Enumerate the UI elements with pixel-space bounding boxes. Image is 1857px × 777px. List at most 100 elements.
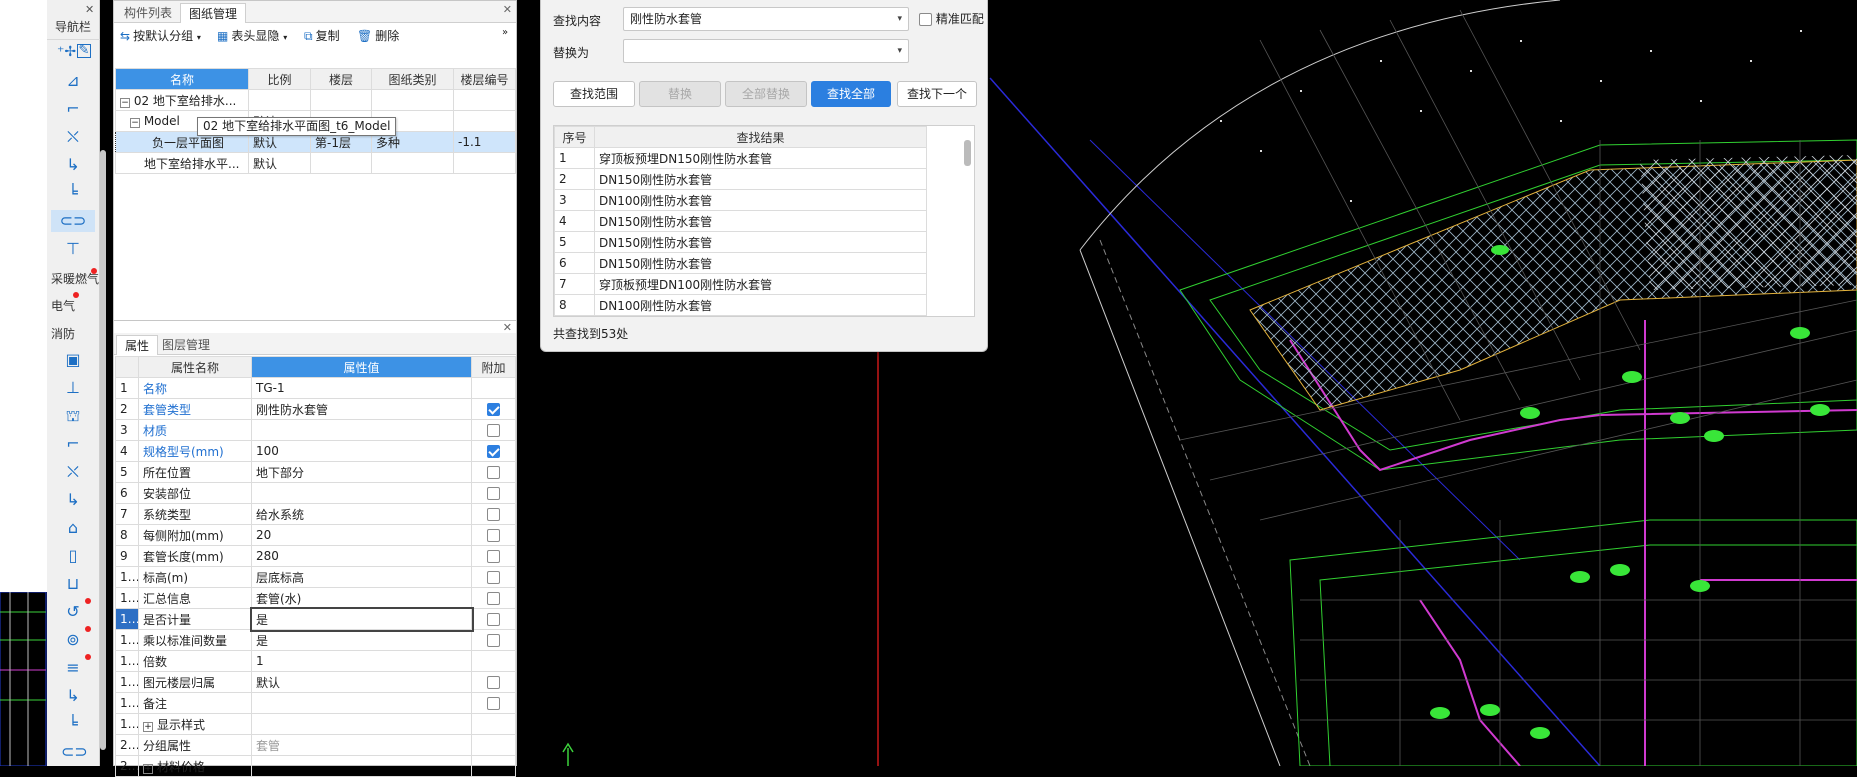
copy-button[interactable]: ⧉ 复制 (304, 27, 340, 44)
prop-value[interactable] (251, 755, 472, 777)
drawing-panel-close-icon[interactable]: ✕ (503, 3, 512, 16)
table-row[interactable]: 17 + 显示样式 (115, 713, 516, 735)
table-row[interactable]: 5 所在位置 地下部分 (115, 461, 516, 483)
result-row[interactable]: 2 DN150刚性防水套管 (554, 168, 927, 190)
branch-icon[interactable]: ╘ (61, 713, 85, 735)
exact-match-checkbox[interactable]: 精准匹配 (919, 10, 984, 27)
extra-checkbox[interactable] (487, 571, 500, 584)
expand-icon[interactable]: + (143, 721, 153, 732)
table-row[interactable]: 1 名称 TG-1 (115, 377, 516, 399)
rotate-icon[interactable]: ↺ (61, 601, 85, 623)
extra-checkbox[interactable] (487, 487, 500, 500)
prop-value[interactable]: 层底标高 (251, 566, 472, 588)
replace-button[interactable]: 替换 (639, 81, 721, 107)
table-row[interactable]: 7 系统类型 给水系统 (115, 503, 516, 525)
result-row[interactable]: 7 穿顶板预埋DN100刚性防水套管 (554, 273, 927, 295)
support-icon[interactable]: ⊤ (61, 238, 85, 260)
extra-checkbox[interactable] (487, 466, 500, 479)
alarm-icon[interactable]: ⌂ (61, 517, 85, 539)
tab-drawing-manager[interactable]: 图纸管理 (180, 3, 247, 23)
prop-value[interactable] (251, 482, 472, 504)
prop-value[interactable]: 套管(水) (251, 587, 472, 609)
chevron-down-icon[interactable]: ▾ (897, 8, 902, 30)
prop-value[interactable]: 280 (251, 545, 472, 567)
result-row[interactable]: 4 DN150刚性防水套管 (554, 210, 927, 232)
result-row[interactable]: 5 DN150刚性防水套管 (554, 231, 927, 253)
extra-checkbox[interactable] (487, 424, 500, 437)
fire-pipe-icon[interactable]: ⌐ (61, 433, 85, 455)
nav-scrollbar[interactable] (100, 150, 106, 750)
prop-value[interactable]: TG-1 (251, 377, 472, 399)
fire-fitting-icon[interactable]: ↳ (61, 489, 85, 511)
col-type[interactable]: 图纸类别 (371, 68, 454, 90)
prop-value[interactable]: 20 (251, 524, 472, 546)
delete-button[interactable]: 🗑 删除 (357, 27, 399, 44)
table-row[interactable]: 2 套管类型 刚性防水套管 (115, 398, 516, 420)
table-row[interactable]: 4 规格型号(mm) 100 (115, 440, 516, 462)
prop-value[interactable]: 给水系统 (251, 503, 472, 525)
table-row[interactable]: 11 汇总信息 套管(水) (115, 587, 516, 609)
collapse-icon[interactable]: − (120, 97, 130, 108)
find-input[interactable]: 刚性防水套管 ▾ (623, 7, 909, 31)
more-icon[interactable]: » (502, 27, 508, 38)
prop-value[interactable]: 默认 (251, 671, 472, 693)
nav-category-electrical[interactable]: 电气 (51, 297, 75, 314)
header-toggle-button[interactable]: ▦ 表头显隐 ▾ (217, 27, 287, 44)
extra-checkbox[interactable] (487, 550, 500, 563)
table-row[interactable]: 8 每侧附加(mm) 20 (115, 524, 516, 546)
table-row[interactable]: 20 分组属性 套管 (115, 734, 516, 756)
group-button[interactable]: ⇆ 按默认分组 ▾ (120, 27, 201, 44)
table-row[interactable]: 10 标高(m) 层底标高 (115, 566, 516, 588)
props-panel-close-icon[interactable]: ✕ (503, 321, 512, 334)
sleeve-2-icon[interactable]: ⊂⊃ (61, 741, 88, 763)
pipe-icon[interactable]: ⊿ (61, 70, 85, 92)
valve-icon[interactable]: ⛌ (61, 126, 85, 148)
hydrant-box-icon[interactable]: ▣ (61, 349, 85, 371)
edit-icon[interactable]: ✎ (77, 44, 91, 58)
result-row[interactable]: 3 DN100刚性防水套管 (554, 189, 927, 211)
extra-checkbox[interactable] (487, 613, 500, 626)
prop-value[interactable]: 100 (251, 440, 472, 462)
extinguisher-icon[interactable]: ▯ (61, 545, 85, 567)
replace-all-button[interactable]: 全部替换 (725, 81, 807, 107)
expand-icon[interactable]: + (143, 763, 153, 774)
extra-checkbox[interactable] (487, 445, 500, 458)
tab-properties[interactable]: 属性 (116, 335, 159, 355)
tab-layer-manager[interactable]: 图层管理 (154, 335, 218, 355)
col-ratio[interactable]: 比例 (248, 68, 311, 90)
pump-icon[interactable]: ⛫ (61, 405, 85, 427)
extra-checkbox[interactable] (487, 403, 500, 416)
table-row[interactable]: 21 + 材料价格 (115, 755, 516, 777)
find-scope-button[interactable]: 查找范围 (553, 81, 635, 107)
elbow-icon[interactable]: ⌐ (61, 98, 85, 120)
prop-value[interactable]: 套管 (251, 734, 472, 756)
table-row[interactable]: 12 是否计量是 (115, 606, 516, 632)
table-row[interactable]: 9 套管长度(mm) 280 (115, 545, 516, 567)
connector-icon[interactable]: ↳ (61, 685, 85, 707)
prop-value[interactable]: 刚性防水套管 (251, 398, 472, 420)
prop-value[interactable]: 1 (251, 650, 472, 672)
extra-checkbox[interactable] (487, 634, 500, 647)
extra-checkbox[interactable] (487, 529, 500, 542)
table-row[interactable]: 地下室给排水平... 默认 (115, 152, 516, 174)
result-row[interactable]: 8 DN100刚性防水套管 (554, 294, 927, 316)
prop-value[interactable] (251, 713, 472, 735)
sleeve-icon[interactable]: ⊂⊃ (51, 210, 95, 232)
col-code[interactable]: 楼层编号 (453, 68, 516, 90)
extra-checkbox[interactable] (487, 592, 500, 605)
nav-category-fire[interactable]: 消防 (51, 325, 75, 342)
extra-checkbox[interactable] (487, 508, 500, 521)
list-icon[interactable]: ≡ (61, 657, 85, 679)
add-icon[interactable]: ⁺✢ (57, 44, 76, 60)
prop-value[interactable]: 是 (251, 629, 472, 651)
find-all-button[interactable]: 查找全部 (811, 81, 891, 107)
table-row[interactable]: 13 乘以标准间数量是 (115, 629, 516, 651)
fire-valve-icon[interactable]: ⛌ (61, 461, 85, 483)
table-row[interactable]: 6 安装部位 (115, 482, 516, 504)
replace-input[interactable]: ▾ (623, 39, 909, 63)
prop-value[interactable]: 地下部分 (251, 461, 472, 483)
result-row[interactable]: 6 DN150刚性防水套管 (554, 252, 927, 274)
col-name[interactable]: 名称 (115, 68, 249, 90)
prop-value[interactable]: 是 (249, 606, 474, 632)
collapse-icon[interactable]: − (130, 118, 140, 128)
